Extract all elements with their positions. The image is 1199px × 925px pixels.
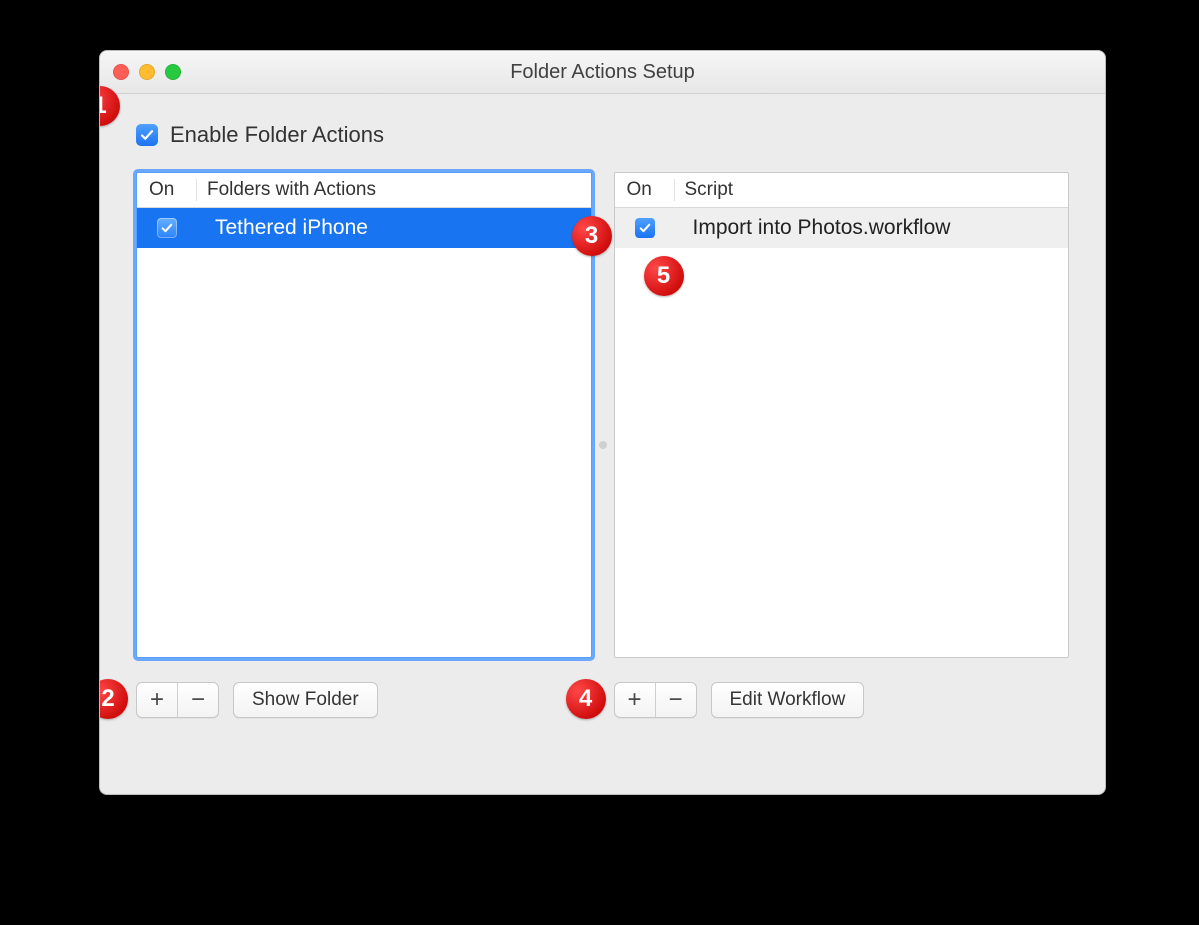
enable-folder-actions-checkbox[interactable]: [136, 124, 158, 146]
folder-row-name: Tethered iPhone: [197, 216, 591, 240]
scripts-button-row: 4 + − Edit Workflow: [614, 682, 1070, 718]
add-folder-button[interactable]: +: [137, 683, 177, 717]
scripts-table[interactable]: On Script Import: [614, 172, 1070, 658]
annotation-badge-4: 4: [566, 679, 606, 719]
folders-table-header: On Folders with Actions: [137, 173, 591, 208]
check-icon: [140, 128, 154, 142]
scripts-pane: On Script Import: [614, 172, 1070, 718]
pane-divider-handle[interactable]: [599, 441, 607, 449]
scripts-table-header: On Script: [615, 173, 1069, 208]
annotation-badge-5: 5: [644, 256, 684, 296]
folders-header-name[interactable]: Folders with Actions: [197, 179, 591, 201]
folders-pane: On Folders with Actions: [136, 172, 592, 718]
folder-actions-window: Folder Actions Setup 1 Enable Folder Act…: [99, 50, 1106, 795]
remove-script-button[interactable]: −: [655, 683, 696, 717]
folders-header-on[interactable]: On: [137, 179, 197, 201]
script-row-on-cell: [615, 218, 675, 238]
window-title: Folder Actions Setup: [100, 61, 1105, 84]
folders-button-row: 2 + − Show Folder: [136, 682, 592, 718]
annotation-badge-3: 3: [572, 216, 612, 256]
folders-table-body: Tethered iPhone: [137, 208, 591, 248]
check-icon: [639, 222, 651, 234]
show-folder-button[interactable]: Show Folder: [233, 682, 378, 718]
scripts-add-remove-group: + −: [614, 682, 697, 718]
remove-folder-button[interactable]: −: [177, 683, 218, 717]
folders-table[interactable]: On Folders with Actions: [136, 172, 592, 658]
scripts-header-on[interactable]: On: [615, 179, 675, 201]
scripts-table-body: Import into Photos.workflow: [615, 208, 1069, 248]
folder-row-on-cell: [137, 218, 197, 238]
minimize-icon[interactable]: [139, 64, 155, 80]
check-icon: [161, 222, 173, 234]
folders-add-remove-group: + −: [136, 682, 219, 718]
folder-row-checkbox[interactable]: [157, 218, 177, 238]
script-row-name: Import into Photos.workflow: [675, 216, 1069, 240]
panes-container: On Folders with Actions: [136, 172, 1069, 718]
enable-folder-actions-label: Enable Folder Actions: [170, 122, 384, 148]
zoom-icon[interactable]: [165, 64, 181, 80]
window-content: 1 Enable Folder Actions On Folders with …: [100, 94, 1105, 795]
table-row[interactable]: Import into Photos.workflow: [615, 208, 1069, 248]
table-row[interactable]: Tethered iPhone: [137, 208, 591, 248]
edit-workflow-button[interactable]: Edit Workflow: [711, 682, 865, 718]
traffic-lights: [113, 51, 181, 93]
annotation-badge-2: 2: [99, 679, 128, 719]
add-script-button[interactable]: +: [615, 683, 655, 717]
scripts-header-name[interactable]: Script: [675, 179, 1069, 201]
enable-folder-actions-row: Enable Folder Actions: [136, 122, 1069, 148]
script-row-checkbox[interactable]: [635, 218, 655, 238]
close-icon[interactable]: [113, 64, 129, 80]
window-titlebar: Folder Actions Setup: [100, 51, 1105, 94]
